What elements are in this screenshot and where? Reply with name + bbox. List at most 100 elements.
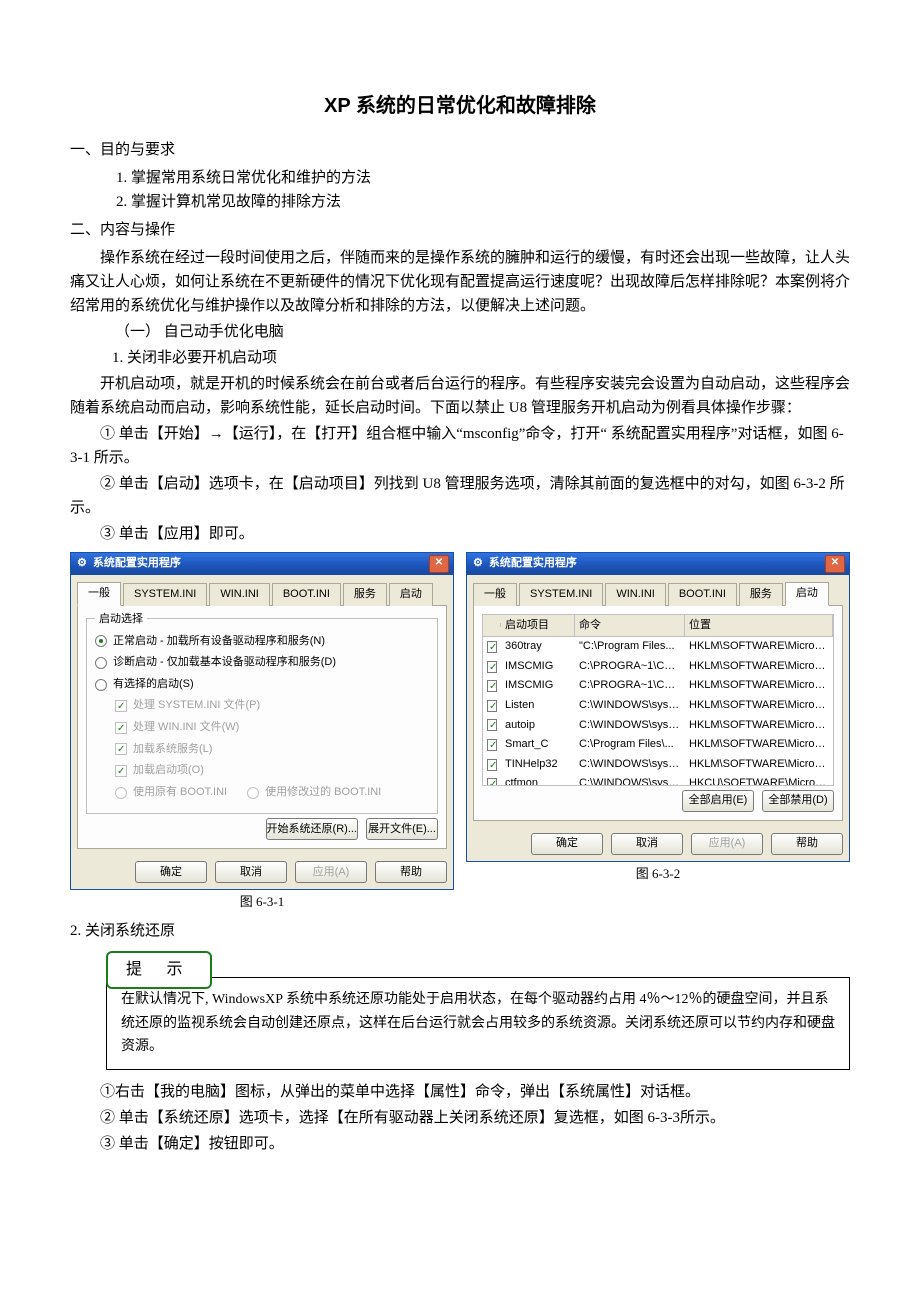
col-command: 命令 <box>575 615 685 637</box>
list-item[interactable]: IMSCMIGC:\PROGRA~1\COMMO...HKLM\SOFTWARE… <box>483 657 833 677</box>
radio-icon <box>95 679 107 691</box>
startup-item-name: Listen <box>501 696 575 716</box>
disable-all-button[interactable]: 全部禁用(D) <box>762 790 834 812</box>
checkbox-icon[interactable] <box>487 759 497 771</box>
tab-startup[interactable]: 启动 <box>785 582 829 606</box>
radio-icon <box>95 635 107 647</box>
list-item[interactable]: ctfmonC:\WINDOWS\system...HKCU\SOFTWARE\… <box>483 774 833 785</box>
help-button[interactable]: 帮助 <box>771 833 843 855</box>
tab-systemini[interactable]: SYSTEM.INI <box>123 583 207 606</box>
check-process-systemini: 处理 SYSTEM.INI 文件(P) <box>115 697 429 715</box>
tab-bar: 一般 SYSTEM.INI WIN.INI BOOT.INI 服务 启动 <box>467 575 849 605</box>
startup-selection-group: 启动选择 正常启动 - 加载所有设备驱动程序和服务(N) 诊断启动 - 仅加载基… <box>86 618 438 815</box>
help-button[interactable]: 帮助 <box>375 861 447 883</box>
startup-item-name: IMSCMIG <box>501 676 575 696</box>
startup-item-name: ctfmon <box>501 774 575 785</box>
radio-label: 使用原有 BOOT.INI <box>133 784 227 802</box>
startup-item-command: C:\WINDOWS\system... <box>575 774 685 785</box>
expand-files-button[interactable]: 展开文件(E)... <box>366 818 438 840</box>
tab-winini[interactable]: WIN.INI <box>209 583 270 606</box>
list-item[interactable]: Smart_CC:\Program Files\...HKLM\SOFTWARE… <box>483 735 833 755</box>
tip-text: 在默认情况下, WindowsXP 系统中系统还原功能处于启用状态，在每个驱动器… <box>121 992 835 1055</box>
checkbox-icon[interactable] <box>487 778 497 785</box>
goal-item: 2. 掌握计算机常见故障的排除方法 <box>116 190 850 214</box>
startup-item-location: HKLM\SOFTWARE\Microsoft\Windows\Current.… <box>685 676 833 696</box>
startup-item-location: HKLM\SOFTWARE\Microsoft\Windows\Current.… <box>685 637 833 657</box>
titlebar[interactable]: ⚙ 系统配置实用程序 ✕ <box>71 553 453 575</box>
ok-button[interactable]: 确定 <box>135 861 207 883</box>
msconfig-dialog-startup: ⚙ 系统配置实用程序 ✕ 一般 SYSTEM.INI WIN.INI BOOT.… <box>466 552 850 862</box>
intro-paragraph: 操作系统在经过一段时间使用之后，伴随而来的是操作系统的臃肿和运行的缓慢，有时还会… <box>70 246 850 318</box>
startup-item-location: HKLM\SOFTWARE\Microsoft\Windows\Current.… <box>685 696 833 716</box>
document-page: XP 系统的日常优化和故障排除 一、目的与要求 1. 掌握常用系统日常优化和维护… <box>0 0 920 1218</box>
app-icon: ⚙ <box>77 555 87 573</box>
startup-item-name: IMSCMIG <box>501 657 575 677</box>
checkbox-icon[interactable] <box>487 641 497 653</box>
radio-icon <box>95 657 107 669</box>
subsection-head: （一） 自己动手优化电脑 <box>70 320 850 344</box>
list-item[interactable]: 360tray"C:\Program Files...HKLM\SOFTWARE… <box>483 637 833 657</box>
radio-normal-startup[interactable]: 正常启动 - 加载所有设备驱动程序和服务(N) <box>95 633 429 651</box>
step-text: ② 单击【启动】选项卡，在【启动项目】列找到 U8 管理服务选项，清除其前面的复… <box>70 472 850 520</box>
app-icon: ⚙ <box>473 555 483 573</box>
list-item[interactable]: autoipC:\WINDOWS\system...HKLM\SOFTWARE\… <box>483 716 833 736</box>
tab-startup[interactable]: 启动 <box>389 583 433 606</box>
apply-button[interactable]: 应用(A) <box>691 833 763 855</box>
window-title: 系统配置实用程序 <box>93 555 181 573</box>
close-icon[interactable]: ✕ <box>429 555 449 573</box>
checkbox-icon[interactable] <box>487 680 497 692</box>
col-location: 位置 <box>685 615 833 637</box>
tip-box: 在默认情况下, WindowsXP 系统中系统还原功能处于启用状态，在每个驱动器… <box>106 977 850 1070</box>
checkbox-icon[interactable] <box>487 700 497 712</box>
system-restore-button[interactable]: 开始系统还原(R)... <box>266 818 358 840</box>
startup-list[interactable]: 启动项目 命令 位置 360tray"C:\Program Files...HK… <box>482 614 834 786</box>
check-label: 处理 SYSTEM.INI 文件(P) <box>133 697 260 715</box>
tab-systemini[interactable]: SYSTEM.INI <box>519 583 603 606</box>
checkbox-icon <box>115 722 127 734</box>
tab-general[interactable]: 一般 <box>77 582 121 606</box>
checkbox-icon[interactable] <box>487 661 497 673</box>
enable-all-button[interactable]: 全部启用(E) <box>682 790 754 812</box>
tab-general[interactable]: 一般 <box>473 583 517 606</box>
check-label: 加载系统服务(L) <box>133 741 212 759</box>
startup-item-location: HKLM\SOFTWARE\Microsoft\Windows\Current.… <box>685 716 833 736</box>
titlebar[interactable]: ⚙ 系统配置实用程序 ✕ <box>467 553 849 575</box>
step-text: ①右击【我的电脑】图标，从弹出的菜单中选择【属性】命令，弹出【系统属性】对话框。 <box>70 1080 850 1104</box>
list-item[interactable]: TINHelp32C:\WINDOWS\system...HKLM\SOFTWA… <box>483 755 833 775</box>
ok-button[interactable]: 确定 <box>531 833 603 855</box>
step-text: ① 单击【开始】→【运行】，在【打开】组合框中输入“msconfig”命令，打开… <box>70 422 850 470</box>
figure-caption: 图 6-3-2 <box>466 864 850 885</box>
checkbox-icon[interactable] <box>487 739 497 751</box>
cancel-button[interactable]: 取消 <box>215 861 287 883</box>
startup-item-command: C:\WINDOWS\system... <box>575 755 685 775</box>
tab-bootini[interactable]: BOOT.INI <box>272 583 341 606</box>
radio-bootini-original: 使用原有 BOOT.INI 使用修改过的 BOOT.INI <box>115 784 429 802</box>
topic-head: 1. 关闭非必要开机启动项 <box>70 346 850 370</box>
list-header: 启动项目 命令 位置 <box>483 615 833 638</box>
check-process-winini: 处理 WIN.INI 文件(W) <box>115 719 429 737</box>
radio-icon <box>115 787 127 799</box>
tab-services[interactable]: 服务 <box>739 583 783 606</box>
group-label: 启动选择 <box>95 611 147 629</box>
list-item[interactable]: ListenC:\WINDOWS\system...HKLM\SOFTWARE\… <box>483 696 833 716</box>
tab-bootini[interactable]: BOOT.INI <box>668 583 737 606</box>
apply-button[interactable]: 应用(A) <box>295 861 367 883</box>
figure-row: ⚙ 系统配置实用程序 ✕ 一般 SYSTEM.INI WIN.INI BOOT.… <box>70 552 850 913</box>
startup-item-command: C:\WINDOWS\system... <box>575 696 685 716</box>
list-item[interactable]: IMSCMIGC:\PROGRA~1\COMMO...HKLM\SOFTWARE… <box>483 676 833 696</box>
checkbox-icon[interactable] <box>487 719 497 731</box>
radio-selective-startup[interactable]: 有选择的启动(S) <box>95 676 429 694</box>
cancel-button[interactable]: 取消 <box>611 833 683 855</box>
topic-head: 2. 关闭系统还原 <box>70 919 850 943</box>
check-label: 处理 WIN.INI 文件(W) <box>133 719 239 737</box>
radio-diagnostic-startup[interactable]: 诊断启动 - 仅加载基本设备驱动程序和服务(D) <box>95 654 429 672</box>
tab-bar: 一般 SYSTEM.INI WIN.INI BOOT.INI 服务 启动 <box>71 575 453 605</box>
window-title: 系统配置实用程序 <box>489 555 577 573</box>
goal-item: 1. 掌握常用系统日常优化和维护的方法 <box>116 166 850 190</box>
tab-winini[interactable]: WIN.INI <box>605 583 666 606</box>
close-icon[interactable]: ✕ <box>825 555 845 573</box>
startup-item-name: Smart_C <box>501 735 575 755</box>
tab-services[interactable]: 服务 <box>343 583 387 606</box>
section-2-head: 二、内容与操作 <box>70 218 850 242</box>
check-load-startup: 加载启动项(O) <box>115 762 429 780</box>
